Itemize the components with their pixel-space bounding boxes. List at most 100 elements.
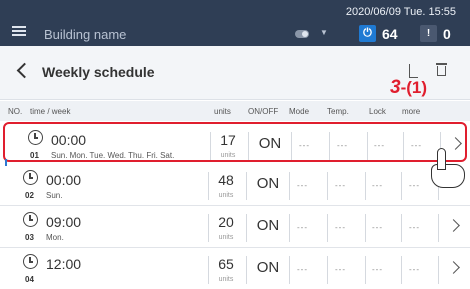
chevron-down-icon[interactable]: ▼ [320, 28, 328, 37]
col-onoff: ON/OFF [248, 107, 279, 116]
row-more: --- [409, 265, 420, 274]
row-units-label: units [218, 234, 234, 241]
power-count: 64 [382, 26, 398, 42]
divider [327, 214, 328, 242]
row-units-label: units [218, 276, 234, 283]
divider [289, 214, 290, 242]
divider [403, 132, 404, 160]
row-temp: --- [335, 223, 346, 232]
row-mode: --- [297, 181, 308, 190]
row-lock: --- [372, 223, 383, 232]
row-temp: --- [337, 141, 348, 150]
row-lock: --- [372, 181, 383, 190]
datetime: 2020/06/09 Tue. 15:55 [345, 6, 456, 18]
col-lock: Lock [369, 107, 386, 116]
row-onoff: ON [258, 135, 282, 152]
col-no: NO. [8, 107, 23, 116]
row-more: --- [411, 141, 422, 150]
row-units: 65 [218, 256, 234, 272]
divider [289, 172, 290, 200]
col-time-week: time / week [30, 107, 71, 116]
divider [291, 132, 292, 160]
divider [329, 132, 330, 160]
divider [401, 172, 402, 200]
row-more: --- [409, 223, 420, 232]
divider [208, 214, 209, 242]
divider [248, 132, 249, 160]
row-units: 17 [220, 132, 236, 148]
clock-icon [23, 254, 38, 269]
row-time: 00:00 [46, 172, 82, 188]
alarm-count: 0 [443, 26, 451, 42]
row-temp: --- [335, 181, 346, 190]
table-row[interactable]: 03 09:00 Mon. 20 units ON --- --- --- --… [0, 206, 470, 248]
divider [401, 214, 402, 242]
col-mode: Mode [289, 107, 310, 116]
divider [246, 256, 247, 284]
row-lock: --- [372, 265, 383, 274]
divider [208, 256, 209, 284]
back-icon[interactable] [16, 62, 33, 79]
edit-icon[interactable] [409, 64, 418, 78]
building-name[interactable]: Building name [44, 27, 126, 42]
column-header: NO. time / week units ON/OFF Mode Temp. … [0, 101, 470, 121]
divider [246, 214, 247, 242]
row-mode: --- [297, 265, 308, 274]
divider [365, 172, 366, 200]
divider [289, 256, 290, 284]
row-units-label: units [220, 152, 236, 159]
row-number: 04 [25, 275, 34, 284]
row-onoff: ON [256, 217, 280, 234]
divider [438, 214, 439, 242]
divider [327, 172, 328, 200]
row-lock: --- [374, 141, 385, 150]
col-units: units [214, 107, 231, 116]
row-number: 02 [25, 191, 34, 200]
delete-icon[interactable] [436, 63, 447, 77]
row-units: 48 [218, 172, 234, 188]
chevron-right-icon[interactable] [447, 261, 460, 274]
divider [365, 214, 366, 242]
scroll-marker [5, 159, 7, 166]
row-days: Mon. [46, 233, 64, 242]
row-number: 03 [25, 233, 34, 242]
row-onoff: ON [256, 259, 280, 276]
row-days: Sun. [46, 191, 63, 200]
divider [367, 132, 368, 160]
row-number: 01 [30, 151, 39, 160]
divider [365, 256, 366, 284]
row-units-label: units [218, 192, 234, 199]
row-days: Sun. Mon. Tue. Wed. Thu. Fri. Sat. [51, 151, 175, 160]
table-row[interactable]: 02 00:00 Sun. 48 units ON --- --- --- --… [0, 164, 470, 206]
table-row[interactable]: 04 12:00 65 units ON --- --- --- --- [0, 248, 470, 289]
row-time: 12:00 [46, 256, 82, 272]
row-mode: --- [299, 141, 310, 150]
col-temp: Temp. [327, 107, 349, 116]
row-units: 20 [218, 214, 234, 230]
table-row[interactable]: 01 00:00 Sun. Mon. Tue. Wed. Thu. Fri. S… [3, 122, 467, 162]
top-bar: Building name ▼ 2020/06/09 Tue. 15:55 ⏻ … [0, 0, 470, 46]
row-onoff: ON [256, 175, 280, 192]
divider [327, 256, 328, 284]
step-annotation: 3-(1) [390, 77, 428, 98]
divider [208, 172, 209, 200]
clock-icon [23, 170, 38, 185]
toggle-icon[interactable] [295, 30, 309, 38]
pointer-hand-icon [429, 148, 469, 190]
divider [210, 132, 211, 160]
alarm-icon[interactable]: ! [420, 25, 437, 42]
clock-icon [28, 130, 43, 145]
row-mode: --- [297, 223, 308, 232]
page-title: Weekly schedule [42, 64, 155, 80]
divider [401, 256, 402, 284]
row-time: 09:00 [46, 214, 82, 230]
chevron-right-icon[interactable] [447, 219, 460, 232]
row-more: --- [409, 181, 420, 190]
row-temp: --- [335, 265, 346, 274]
menu-icon[interactable] [12, 26, 26, 36]
clock-icon [23, 212, 38, 227]
divider [438, 256, 439, 284]
divider [246, 172, 247, 200]
power-icon[interactable]: ⏻ [359, 25, 376, 42]
row-time: 00:00 [51, 132, 87, 148]
